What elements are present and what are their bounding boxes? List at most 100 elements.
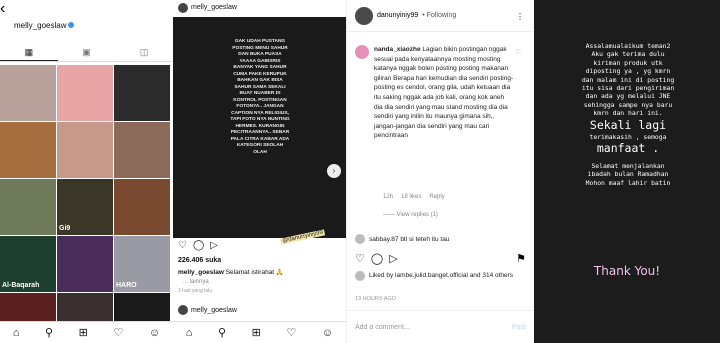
like-icon[interactable]: ♡ bbox=[355, 252, 365, 265]
bottom-nav: ⌂ ⚲ ⊞ ♡ ☺ bbox=[173, 321, 346, 343]
story-emphasis: Sekali lagi bbox=[589, 117, 667, 132]
view-replies-link[interactable]: —— View replies (1) bbox=[383, 212, 438, 218]
comment-body: nanda_xiaozhe Lagian bikin postingan ngg… bbox=[374, 45, 514, 141]
share-icon[interactable]: ▷ bbox=[389, 252, 397, 265]
grid-post-thumbnail[interactable]: Gi9 bbox=[57, 179, 113, 235]
bookmark-icon[interactable]: ⚑ bbox=[516, 252, 526, 265]
reels-tab[interactable]: ▣ bbox=[58, 44, 116, 61]
next-image-button[interactable]: › bbox=[327, 164, 341, 178]
grid-post-thumbnail[interactable] bbox=[57, 236, 113, 292]
add-post-icon[interactable]: ⊞ bbox=[79, 326, 88, 339]
avatar[interactable] bbox=[355, 45, 369, 59]
post-comment-button[interactable]: Post bbox=[512, 324, 526, 331]
story-line: diposting ya , yg kmrn bbox=[585, 67, 671, 76]
thank-you-text: Thank You! bbox=[593, 264, 661, 278]
liked-by-text[interactable]: Liked by lambe.julid.banget.official and… bbox=[369, 271, 519, 281]
story-line: kiriman produk utk bbox=[593, 58, 663, 67]
post-header: melly_goeslaw bbox=[173, 0, 346, 15]
avatar[interactable] bbox=[178, 2, 188, 13]
comment-like-icon[interactable]: ♡ bbox=[515, 48, 521, 56]
profile-header: melly_goeslaw bbox=[0, 18, 173, 32]
comment-text: Lagian bikin postingan nggak sesuai pada… bbox=[374, 46, 514, 140]
story-line: Assalamualaikum teman2 bbox=[585, 42, 671, 50]
grid-post-thumbnail[interactable] bbox=[114, 179, 170, 235]
story-line: Selamat menjalankan bbox=[591, 162, 665, 171]
avatar[interactable] bbox=[355, 234, 365, 244]
post-username[interactable]: melly_goeslaw bbox=[191, 4, 237, 11]
search-icon[interactable]: ⚲ bbox=[218, 326, 226, 339]
comment-icon[interactable]: ◯ bbox=[193, 240, 204, 251]
thumbnail-caption: Al-Baqarah bbox=[2, 282, 40, 289]
post-time: 13 HOURS AGO bbox=[355, 296, 396, 302]
more-link[interactable]: ... lainnya bbox=[183, 279, 209, 285]
post-image[interactable]: GAK UDAH PUSTANG POSTING MENU SAHUR DAN … bbox=[173, 17, 346, 245]
like-icon[interactable]: ♡ bbox=[178, 240, 187, 251]
grid-post-thumbnail[interactable]: HARO bbox=[114, 236, 170, 292]
story-line: dan malam ini di posting bbox=[581, 75, 675, 84]
watermark: @danunyiniy99 bbox=[279, 229, 326, 245]
grid-post-thumbnail[interactable] bbox=[57, 122, 113, 178]
profile-username: melly_goeslaw bbox=[14, 20, 67, 30]
tagged-tab[interactable]: ◫ bbox=[115, 44, 173, 61]
story-line: itu sisa dari pengiriman bbox=[581, 84, 675, 93]
home-icon[interactable]: ⌂ bbox=[13, 327, 20, 339]
story-line: Aku gak terima dulu bbox=[591, 50, 665, 59]
grid-post-thumbnail[interactable] bbox=[114, 65, 170, 121]
post-author[interactable]: danunyiniy99 bbox=[377, 12, 418, 19]
avatar[interactable] bbox=[355, 271, 365, 281]
story-line: dan ada yg melalui JNE bbox=[585, 92, 671, 101]
next-post-header: melly_goeslaw bbox=[178, 305, 237, 315]
add-post-icon[interactable]: ⊞ bbox=[252, 326, 261, 339]
search-icon[interactable]: ⚲ bbox=[45, 326, 53, 339]
caption-text: Selamat istirahat 🙏 bbox=[225, 269, 285, 276]
story-text: Assalamualaikum teman2 Aku gak terima du… bbox=[552, 42, 704, 187]
post-image-text: GAK UDAH PUSTANG POSTING MENU SAHUR DAN … bbox=[230, 39, 290, 155]
grid-post-thumbnail[interactable] bbox=[57, 65, 113, 121]
avatar[interactable] bbox=[178, 305, 188, 315]
story-line: sehingga sampe nya baru bbox=[583, 100, 673, 109]
profile-icon[interactable]: ☺ bbox=[149, 327, 160, 339]
grid-post-thumbnail[interactable] bbox=[0, 65, 56, 121]
following-label[interactable]: • Following bbox=[422, 12, 456, 19]
story-emphasis: manfaat . bbox=[596, 141, 660, 156]
grid-post-thumbnail[interactable] bbox=[0, 122, 56, 178]
comment-bar: Add a comment... Post bbox=[347, 310, 534, 343]
back-icon[interactable]: ‹ bbox=[0, 0, 5, 17]
post-actions: ♡ ◯ ▷ bbox=[178, 240, 218, 251]
avatar[interactable] bbox=[355, 6, 373, 25]
profile-tabs: ▦ ▣ ◫ bbox=[0, 44, 173, 62]
verified-icon bbox=[68, 22, 75, 28]
story-panel: Assalamualaikum teman2 Aku gak terima du… bbox=[534, 0, 720, 343]
comment: sabbay.87 btl si teteh itu tau bbox=[355, 234, 449, 244]
story-line: ibadah bulan Ramadhan bbox=[587, 170, 669, 179]
reply-button[interactable]: Reply bbox=[429, 194, 444, 200]
caption-username[interactable]: melly_goeslaw bbox=[178, 269, 224, 276]
post-panel: melly_goeslaw GAK UDAH PUSTANG POSTING M… bbox=[173, 0, 346, 343]
activity-icon[interactable]: ♡ bbox=[286, 326, 296, 339]
post-time: 3 hari yang lalu bbox=[178, 288, 212, 294]
story-line: kmrn dan hari ini. bbox=[593, 109, 663, 118]
share-icon[interactable]: ▷ bbox=[210, 240, 218, 251]
comment: nanda_xiaozhe Lagian bikin postingan ngg… bbox=[355, 45, 525, 141]
thumbnail-caption: HARO bbox=[116, 282, 137, 289]
home-icon[interactable]: ⌂ bbox=[186, 327, 193, 339]
activity-icon[interactable]: ♡ bbox=[113, 326, 123, 339]
profile-icon[interactable]: ☺ bbox=[322, 327, 333, 339]
next-post-username[interactable]: melly_goeslaw bbox=[191, 307, 237, 314]
grid-post-thumbnail[interactable]: Al-Baqarah bbox=[0, 236, 56, 292]
more-options-icon[interactable]: ⋮ bbox=[516, 12, 524, 21]
comment-username[interactable]: nanda_xiaozhe bbox=[374, 46, 421, 53]
bottom-nav: ⌂ ⚲ ⊞ ♡ ☺ bbox=[0, 321, 173, 343]
add-comment-input[interactable]: Add a comment... bbox=[355, 324, 410, 331]
thumbnail-caption: Gi9 bbox=[59, 225, 71, 232]
profile-panel: ‹ melly_goeslaw ▦ ▣ ◫ Gi9 Al-Baqarah HARO … bbox=[0, 0, 173, 343]
like-count[interactable]: 226.406 suka bbox=[178, 257, 221, 264]
story-line: Mohon maaf lahir batin bbox=[585, 178, 671, 187]
comment-likes[interactable]: 18 likes bbox=[401, 194, 421, 200]
comment-text: sabbay.87 btl si teteh itu tau bbox=[369, 235, 450, 243]
grid-post-thumbnail[interactable] bbox=[0, 179, 56, 235]
comment-icon[interactable]: ◯ bbox=[371, 252, 383, 265]
grid-tab[interactable]: ▦ bbox=[0, 44, 58, 61]
grid-post-thumbnail[interactable] bbox=[114, 122, 170, 178]
comment-meta: 12h 18 likes Reply bbox=[383, 194, 445, 200]
